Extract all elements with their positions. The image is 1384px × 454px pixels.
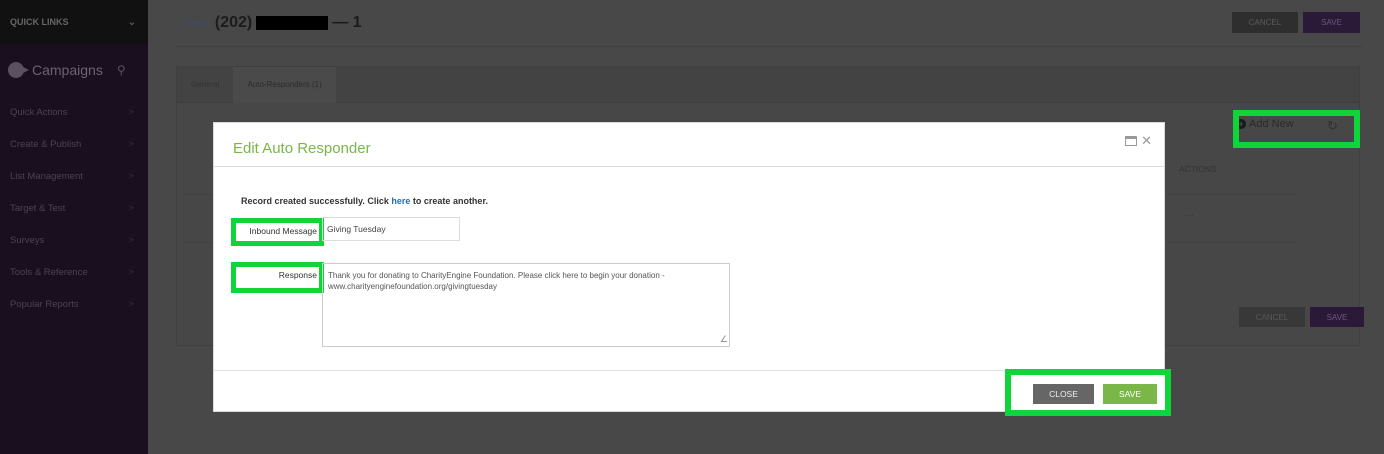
highlight-box-footer-buttons: CLOSE SAVE	[1005, 369, 1171, 416]
sidebar-item-tools-reference[interactable]: Tools & Reference >	[0, 256, 148, 288]
sidebar-item-quick-actions[interactable]: Quick Actions >	[0, 96, 148, 128]
modal-title: Edit Auto Responder	[233, 140, 371, 157]
chevron-right-icon: >	[128, 203, 134, 213]
sidebar-item-label: Tools & Reference	[10, 266, 88, 278]
back-link[interactable]: ♡ back	[176, 18, 209, 29]
quick-links-toggle[interactable]: QUICK LINKS ⌄	[0, 0, 148, 44]
chevron-right-icon: >	[128, 171, 134, 181]
tab-general[interactable]: General	[177, 67, 233, 103]
save-button-bottom[interactable]: SAVE	[1310, 307, 1364, 327]
highlight-box-inbound-label: Inbound Message	[231, 218, 324, 246]
sidebar-item-label: Quick Actions	[10, 106, 68, 118]
chevron-right-icon: >	[128, 235, 134, 245]
campaigns-icon	[8, 62, 29, 78]
success-suffix: to create another.	[410, 196, 488, 206]
sidebar-item-list-management[interactable]: List Management >	[0, 160, 148, 192]
title-prefix: (202)	[214, 14, 253, 31]
divider	[176, 46, 1362, 47]
sidebar-section-title: Campaigns	[32, 62, 103, 78]
tab-bar: General Auto-Responders (1)	[177, 66, 1359, 103]
back-label: back	[187, 17, 209, 29]
inbound-message-input[interactable]: Giving Tuesday	[322, 217, 460, 241]
close-icon[interactable]: ✕	[1141, 133, 1152, 149]
sidebar-item-popular-reports[interactable]: Popular Reports >	[0, 288, 148, 320]
chevron-right-icon: >	[128, 299, 134, 309]
cancel-button-bottom[interactable]: CANCEL	[1239, 307, 1305, 327]
chevron-right-icon: >	[128, 107, 134, 117]
sidebar-item-label: Popular Reports	[10, 298, 79, 310]
highlight-box-response-label: Response	[231, 262, 324, 293]
sidebar-item-create-publish[interactable]: Create & Publish >	[0, 128, 148, 160]
modal-header: Edit Auto Responder ✕	[214, 123, 1164, 167]
chevron-right-icon: >	[128, 139, 134, 149]
chevron-right-icon: >	[128, 267, 134, 277]
sidebar: QUICK LINKS ⌄ Campaigns ⚲ Quick Actions …	[0, 0, 148, 454]
success-message: Record created successfully. Click here …	[241, 196, 488, 206]
sidebar-item-label: Create & Publish	[10, 138, 82, 150]
redacted-block	[256, 16, 329, 30]
sidebar-item-surveys[interactable]: Surveys >	[0, 224, 148, 256]
highlight-box-add-new	[1233, 110, 1360, 148]
page-title: (202) — 1	[215, 14, 362, 32]
maximize-icon[interactable]	[1125, 136, 1138, 146]
sidebar-section-campaigns[interactable]: Campaigns ⚲	[0, 44, 148, 96]
response-text: Thank you for donating to CharityEngine …	[328, 271, 665, 291]
sidebar-item-label: List Management	[10, 170, 83, 182]
quick-links-label: QUICK LINKS	[10, 17, 69, 27]
save-button[interactable]: SAVE	[1303, 12, 1360, 33]
page-header: ♡ back (202) — 1	[176, 14, 362, 32]
sidebar-item-target-test[interactable]: Target & Test >	[0, 192, 148, 224]
edit-auto-responder-modal: Edit Auto Responder ✕ Record created suc…	[213, 122, 1171, 416]
modal-save-button[interactable]: SAVE	[1103, 384, 1157, 404]
cancel-button[interactable]: CANCEL	[1232, 12, 1298, 33]
resize-handle-icon[interactable]: ∠	[720, 334, 728, 345]
success-prefix: Record created successfully. Click	[241, 196, 392, 206]
chevron-down-icon: ⌄	[127, 16, 136, 28]
create-another-link[interactable]: here	[391, 196, 410, 206]
response-label: Response	[278, 270, 317, 280]
row-actions-menu[interactable]: ···	[1184, 210, 1194, 221]
search-icon[interactable]: ⚲	[117, 63, 126, 77]
actions-column-header: ACTIONS	[1179, 164, 1217, 174]
window-controls: ✕	[1125, 133, 1152, 149]
sidebar-item-label: Target & Test	[10, 202, 66, 214]
close-button[interactable]: CLOSE	[1033, 384, 1094, 404]
title-suffix: — 1	[332, 14, 362, 31]
inbound-message-label: Inbound Message	[249, 226, 317, 236]
sidebar-item-label: Surveys	[10, 234, 45, 246]
tab-auto-responders[interactable]: Auto-Responders (1)	[233, 66, 336, 103]
response-textarea[interactable]: Thank you for donating to CharityEngine …	[322, 263, 730, 347]
